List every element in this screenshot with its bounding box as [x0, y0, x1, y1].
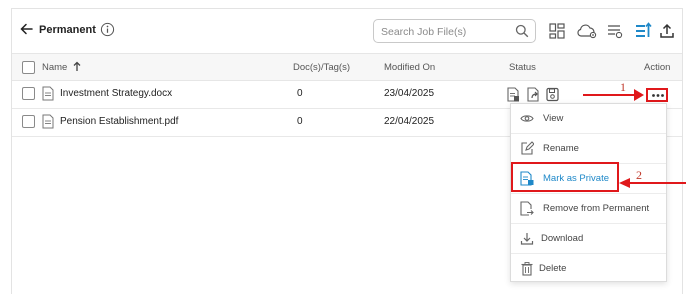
- list-settings-icon[interactable]: [606, 22, 624, 40]
- column-action: Action: [644, 62, 671, 73]
- info-icon[interactable]: [100, 22, 115, 37]
- menu-label: View: [543, 113, 564, 124]
- actions-dropdown: View Rename Mark as Private Remove from …: [510, 103, 667, 282]
- modified-date: 23/04/2025: [384, 88, 435, 99]
- modified-date: 22/04/2025: [384, 116, 435, 127]
- upload-icon[interactable]: [658, 22, 676, 40]
- sort-up-icon[interactable]: [73, 61, 81, 72]
- annotation-step-1: 1: [620, 80, 626, 94]
- annotation-highlight-box: [511, 162, 619, 192]
- menu-label: Rename: [543, 143, 579, 154]
- page-title: Permanent: [39, 24, 96, 36]
- menu-label: Delete: [539, 263, 567, 274]
- menu-item-remove-permanent[interactable]: Remove from Permanent: [511, 194, 666, 224]
- annotation-step-2: 2: [636, 168, 642, 182]
- ellipsis-icon: [652, 94, 664, 97]
- menu-item-download[interactable]: Download: [511, 224, 666, 254]
- menu-item-delete[interactable]: Delete: [511, 254, 666, 284]
- menu-label: Remove from Permanent: [543, 203, 650, 214]
- cloud-settings-icon[interactable]: [576, 22, 598, 40]
- shared-document-icon: [527, 87, 539, 102]
- column-docs-tags: Doc(s)/Tag(s): [293, 62, 351, 73]
- select-all-checkbox[interactable]: [22, 61, 35, 74]
- column-modified: Modified On: [384, 62, 436, 73]
- trash-icon: [521, 262, 533, 276]
- edit-icon: [521, 141, 534, 155]
- eye-icon: [520, 115, 534, 122]
- search-input[interactable]: [381, 24, 511, 39]
- more-actions-button[interactable]: [646, 88, 668, 102]
- remove-document-icon: [520, 201, 534, 216]
- document-icon: [42, 86, 54, 101]
- table-header: Name Doc(s)/Tag(s) Modified On Status Ac…: [12, 53, 682, 81]
- grid-view-icon[interactable]: [548, 22, 566, 40]
- row-checkbox[interactable]: [22, 115, 35, 128]
- column-status: Status: [509, 62, 536, 73]
- document-icon: [42, 114, 54, 129]
- doc-count: 0: [297, 88, 303, 99]
- search-icon[interactable]: [515, 24, 529, 38]
- back-arrow-icon[interactable]: [19, 21, 35, 37]
- download-icon: [520, 233, 534, 245]
- sort-list-icon[interactable]: [634, 22, 652, 40]
- row-checkbox[interactable]: [22, 87, 35, 100]
- column-name[interactable]: Name: [42, 62, 67, 73]
- menu-item-rename[interactable]: Rename: [511, 134, 666, 164]
- file-name[interactable]: Pension Establishment.pdf: [60, 116, 178, 127]
- save-icon: [546, 87, 559, 102]
- menu-item-view[interactable]: View: [511, 104, 666, 134]
- document-status-icon: [507, 87, 519, 102]
- doc-count: 0: [297, 116, 303, 127]
- arrow-head-icon: [634, 89, 644, 101]
- annotation-arrow-1: [583, 94, 638, 96]
- file-name[interactable]: Investment Strategy.docx: [60, 88, 172, 99]
- search-box: [373, 19, 536, 43]
- menu-label: Download: [541, 233, 584, 244]
